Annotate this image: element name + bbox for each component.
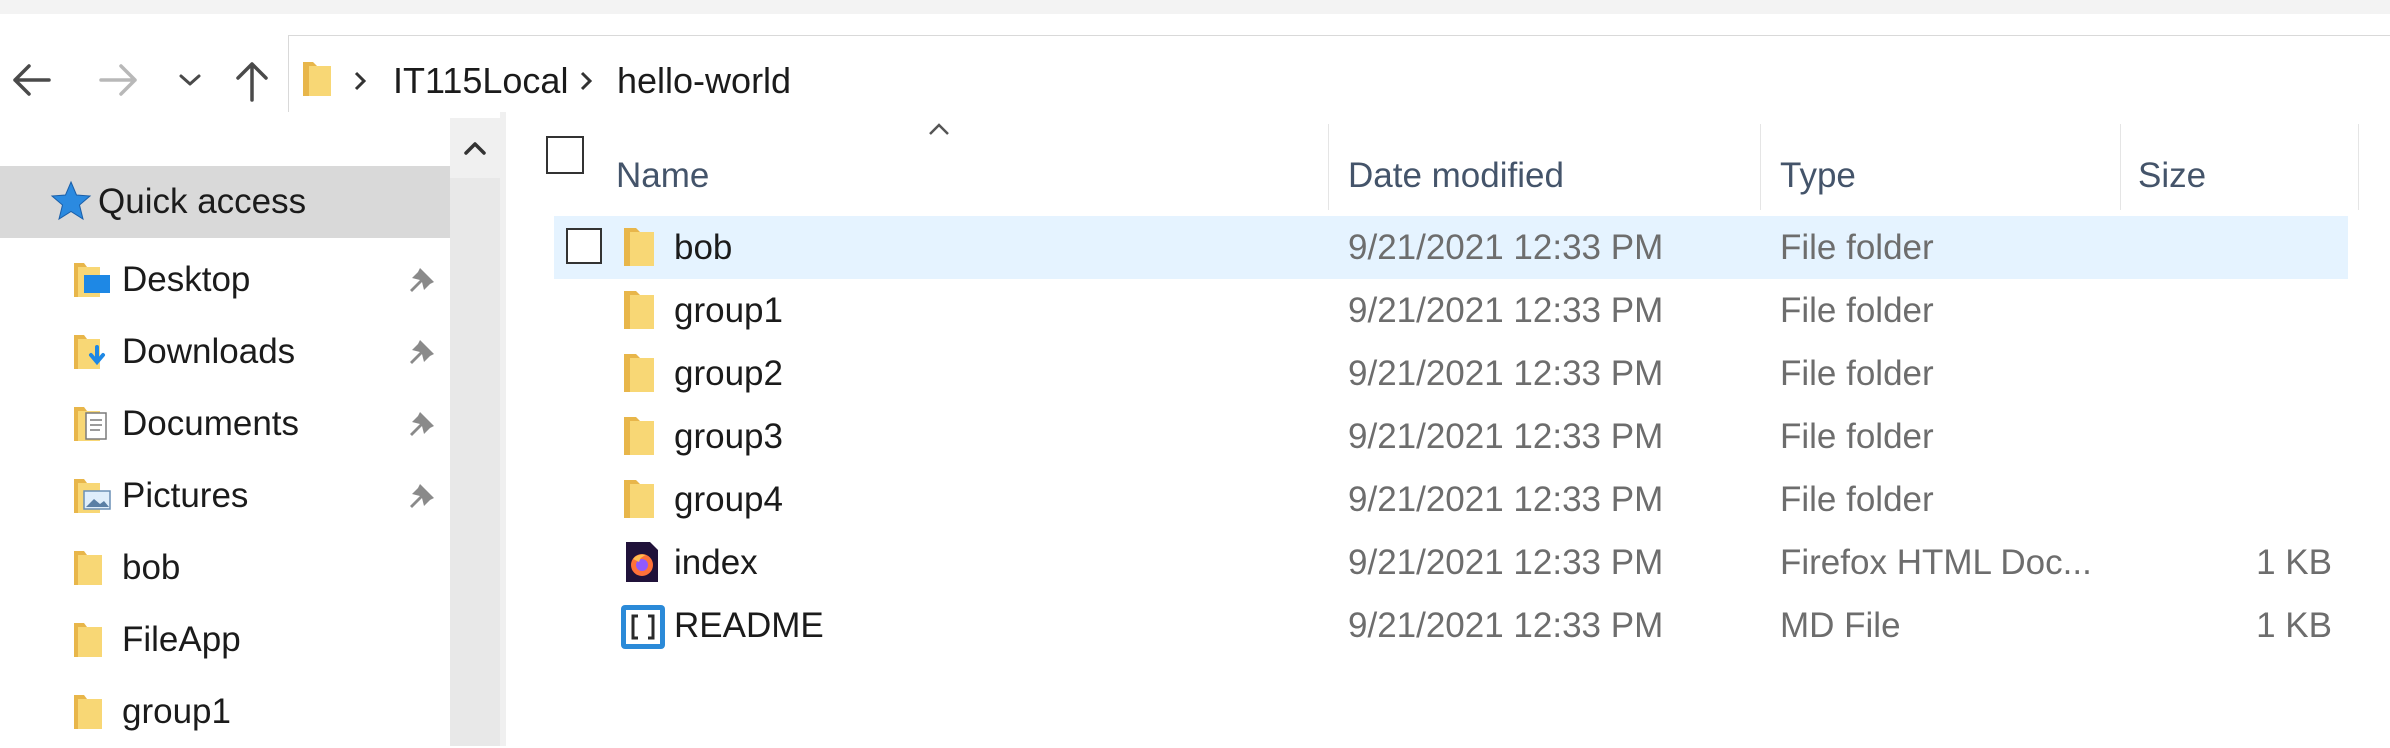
column-header-size[interactable]: Size: [2138, 136, 2206, 216]
up-button[interactable]: [228, 50, 276, 110]
folder-icon: [620, 226, 664, 268]
file-date: 9/21/2021 12:33 PM: [1348, 606, 1664, 645]
file-type: File folder: [1780, 480, 1934, 519]
forward-button[interactable]: [90, 50, 148, 110]
folder-icon: [72, 621, 112, 659]
navigation-pane: Quick access Desktop Downloads Documents…: [0, 112, 500, 746]
pin-icon[interactable]: [406, 336, 438, 368]
pictures-folder-icon: [72, 477, 112, 515]
file-name: group1: [674, 291, 783, 330]
column-divider[interactable]: [2358, 124, 2359, 210]
column-header-date-modified[interactable]: Date modified: [1348, 136, 1564, 216]
file-row-group3[interactable]: group3 9/21/2021 12:33 PM File folder: [554, 405, 2348, 468]
forward-arrow-icon: [99, 64, 137, 96]
file-size: 1 KB: [2256, 606, 2332, 645]
sidebar-item-label: FileApp: [122, 620, 241, 659]
file-size: [2128, 468, 2332, 531]
file-name: bob: [674, 228, 733, 267]
folder-icon: [620, 352, 664, 394]
brackets-file-icon: [620, 604, 665, 649]
breadcrumb-separator-icon: [353, 70, 367, 92]
sidebar-item-desktop[interactable]: Desktop: [0, 244, 450, 316]
sidebar-item-bob[interactable]: bob: [0, 532, 450, 604]
file-row-group2[interactable]: group2 9/21/2021 12:33 PM File folder: [554, 342, 2348, 405]
file-name: group3: [674, 417, 783, 456]
sidebar-item-pictures[interactable]: Pictures: [0, 460, 450, 532]
file-type: File folder: [1780, 417, 1934, 456]
navigation-bar: IT115Local hello-world: [0, 14, 2390, 125]
select-all-checkbox[interactable]: [546, 136, 584, 174]
file-list: Name Date modified Type Size bob 9/21/20…: [506, 112, 2390, 746]
file-type: MD File: [1780, 606, 1901, 645]
pin-icon[interactable]: [406, 408, 438, 440]
chevron-down-icon: [179, 74, 201, 86]
breadcrumb-separator-icon: [579, 70, 593, 92]
sidebar-item-label: Pictures: [122, 476, 249, 515]
column-divider[interactable]: [1760, 124, 1761, 210]
file-row-bob[interactable]: bob 9/21/2021 12:33 PM File folder: [554, 216, 2348, 279]
file-size: [2128, 405, 2332, 468]
file-date: 9/21/2021 12:33 PM: [1348, 480, 1664, 519]
file-row-readme[interactable]: README 9/21/2021 12:33 PM MD File 1 KB: [554, 594, 2348, 657]
file-row-group4[interactable]: group4 9/21/2021 12:33 PM File folder: [554, 468, 2348, 531]
file-size: [2128, 216, 2332, 279]
sidebar-item-label: Desktop: [122, 260, 251, 299]
sidebar-item-label: bob: [122, 548, 181, 587]
file-type: File folder: [1780, 291, 1934, 330]
folder-icon: [72, 549, 112, 587]
chevron-up-icon: [464, 142, 486, 155]
file-name: index: [674, 543, 758, 582]
file-name: group4: [674, 480, 783, 519]
folder-icon: [301, 58, 333, 98]
file-size: [2128, 279, 2332, 342]
quick-access-item[interactable]: Quick access: [0, 166, 450, 238]
column-divider[interactable]: [2120, 124, 2121, 210]
column-divider[interactable]: [1328, 124, 1329, 210]
pin-icon[interactable]: [406, 480, 438, 512]
file-row-index[interactable]: index 9/21/2021 12:33 PM Firefox HTML Do…: [554, 531, 2348, 594]
column-header-type[interactable]: Type: [1780, 136, 1856, 216]
file-date: 9/21/2021 12:33 PM: [1348, 417, 1664, 456]
file-type: File folder: [1780, 228, 1934, 267]
sidebar-item-label: group1: [122, 692, 231, 731]
file-type: File folder: [1780, 354, 1934, 393]
firefox-html-icon: [620, 541, 664, 583]
documents-folder-icon: [72, 405, 112, 443]
file-date: 9/21/2021 12:33 PM: [1348, 543, 1664, 582]
scroll-up-button[interactable]: [450, 118, 500, 178]
file-date: 9/21/2021 12:33 PM: [1348, 291, 1664, 330]
sidebar-item-group1[interactable]: group1: [0, 676, 450, 748]
title-strip: [0, 0, 2390, 15]
sidebar-item-label: Downloads: [122, 332, 296, 371]
file-date: 9/21/2021 12:33 PM: [1348, 354, 1664, 393]
sidebar-item-downloads[interactable]: Downloads: [0, 316, 450, 388]
recent-locations-button[interactable]: [170, 50, 210, 110]
folder-icon: [620, 289, 664, 331]
file-size: [2128, 342, 2332, 405]
quick-access-label: Quick access: [98, 182, 307, 221]
file-size: 1 KB: [2256, 543, 2332, 582]
file-name: README: [674, 606, 824, 645]
row-checkbox[interactable]: [566, 228, 602, 264]
sidebar-item-fileapp[interactable]: FileApp: [0, 604, 450, 676]
file-date: 9/21/2021 12:33 PM: [1348, 228, 1664, 267]
sort-ascending-icon: [928, 122, 950, 136]
nav-pane-scrollbar[interactable]: [450, 118, 500, 746]
file-type: Firefox HTML Doc...: [1780, 543, 2092, 582]
sidebar-item-label: Documents: [122, 404, 300, 443]
folder-icon: [620, 415, 664, 457]
back-arrow-icon: [13, 64, 51, 96]
star-icon: [50, 180, 92, 222]
file-row-group1[interactable]: group1 9/21/2021 12:33 PM File folder: [554, 279, 2348, 342]
back-button[interactable]: [0, 50, 62, 110]
up-arrow-icon: [236, 62, 268, 102]
file-name: group2: [674, 354, 783, 393]
pin-icon[interactable]: [406, 264, 438, 296]
sidebar-item-documents[interactable]: Documents: [0, 388, 450, 460]
desktop-folder-icon: [72, 261, 112, 299]
folder-icon: [72, 693, 112, 731]
folder-icon: [620, 478, 664, 520]
downloads-folder-icon: [72, 333, 112, 371]
column-header-name[interactable]: Name: [616, 136, 709, 216]
